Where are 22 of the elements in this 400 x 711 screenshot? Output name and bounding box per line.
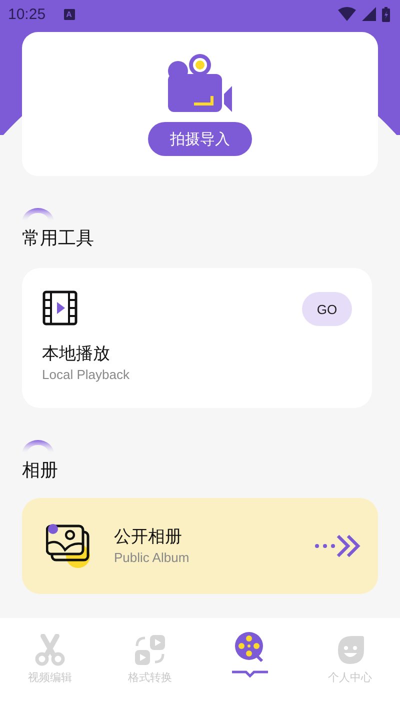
chevrons-right-icon[interactable] xyxy=(314,533,362,559)
section-title: 常用工具 xyxy=(22,227,95,251)
shoot-import-button[interactable]: 拍摄导入 xyxy=(148,122,252,156)
arc-decoration-icon xyxy=(22,208,54,222)
arc-decoration-icon xyxy=(22,440,54,454)
album-card[interactable]: 公开相册 Public Album xyxy=(22,498,378,594)
card-title: 本地播放 xyxy=(42,343,111,366)
status-time: 10:25 xyxy=(8,6,46,22)
film-play-icon xyxy=(42,290,78,326)
signal-icon xyxy=(362,7,376,21)
card-subtitle: Local Playback xyxy=(42,366,130,384)
notification-icon: A xyxy=(64,8,75,20)
convert-icon xyxy=(134,634,166,666)
card-title: 公开相册 xyxy=(114,526,183,549)
go-button[interactable]: GO xyxy=(302,292,352,326)
selected-underline-icon xyxy=(231,670,269,678)
card-subtitle: Public Album xyxy=(114,549,190,567)
wifi-icon xyxy=(338,7,356,21)
scissors-icon xyxy=(34,634,66,666)
section-title: 相册 xyxy=(22,459,59,483)
tool-card[interactable]: GO 本地播放 Local Playback xyxy=(22,268,372,408)
battery-icon xyxy=(382,6,390,22)
